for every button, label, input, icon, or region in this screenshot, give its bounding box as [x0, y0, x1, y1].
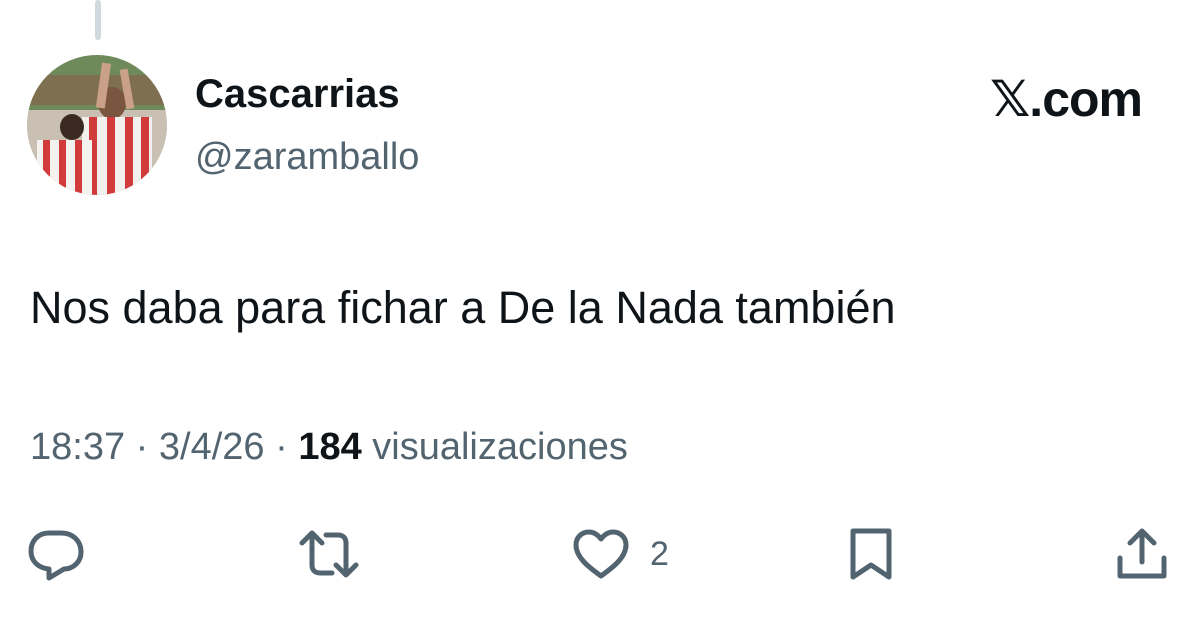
bookmark-icon [850, 528, 892, 580]
x-logo-mark: 𝕏 [990, 70, 1030, 128]
tweet-time[interactable]: 18:37 [30, 426, 125, 468]
tweet-date[interactable]: 3/4/26 [159, 426, 265, 468]
reply-button[interactable] [27, 524, 85, 584]
share-icon [1117, 528, 1167, 579]
avatar-photo [27, 55, 167, 195]
action-bar: 2 [0, 524, 1200, 584]
thread-connector-line [95, 0, 101, 40]
avatar[interactable] [27, 55, 167, 195]
brand-domain: .com [1029, 71, 1143, 127]
reply-icon [28, 530, 84, 581]
tweet-text: Nos daba para fichar a De la Nada tambié… [30, 282, 896, 333]
meta-separator: · [125, 426, 159, 468]
heart-icon [573, 529, 629, 579]
like-button[interactable]: 2 [572, 524, 669, 584]
share-button[interactable] [1114, 524, 1170, 584]
views-count[interactable]: 184 [298, 426, 361, 468]
author-handle[interactable]: @zaramballo [195, 136, 419, 179]
tweet-meta: 18:37 · 3/4/26 · 184 visualizaciones [30, 426, 628, 469]
meta-separator: · [264, 426, 299, 468]
retweet-icon [299, 530, 359, 578]
views-label: visualizaciones [361, 426, 628, 468]
like-count: 2 [650, 534, 669, 573]
author-display-name[interactable]: Cascarrias [195, 72, 400, 117]
retweet-button[interactable] [298, 524, 360, 584]
brand-logo: 𝕏.com [990, 70, 1143, 128]
bookmark-button[interactable] [848, 524, 894, 584]
